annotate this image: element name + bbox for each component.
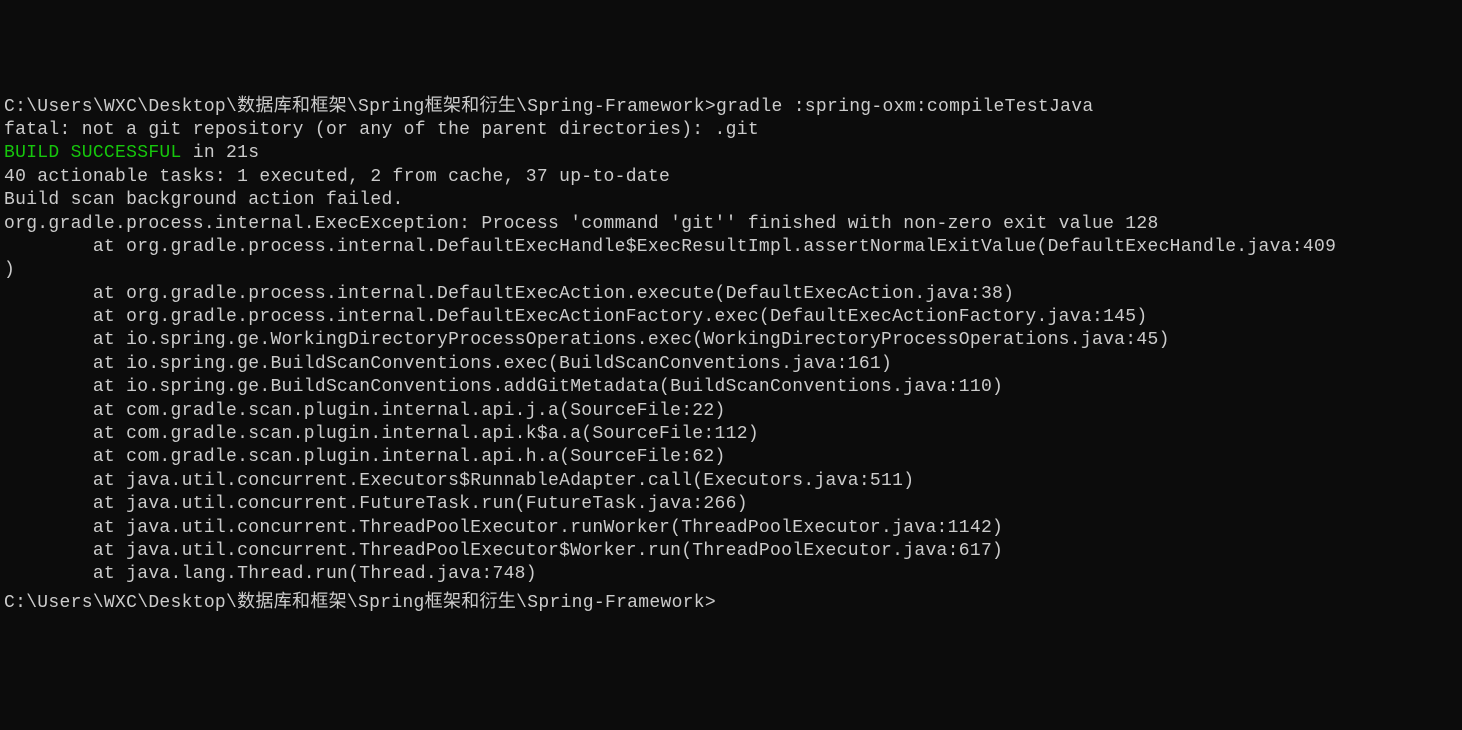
stack-trace-line: at com.gradle.scan.plugin.internal.api.h… xyxy=(4,446,1458,469)
command-text: gradle :spring-oxm:compileTestJava xyxy=(716,97,1093,117)
prompt-line: C:\Users\WXC\Desktop\数据库和框架\Spring框架和衍生\… xyxy=(4,587,1458,615)
stack-trace-line: at io.spring.ge.BuildScanConventions.exe… xyxy=(4,353,1458,376)
stack-trace-line: at java.lang.Thread.run(Thread.java:748) xyxy=(4,563,1458,586)
stack-trace-line: at org.gradle.process.internal.DefaultEx… xyxy=(4,236,1458,259)
scan-failed-line: Build scan background action failed. xyxy=(4,189,1458,212)
stack-trace-line: ) xyxy=(4,259,1458,282)
exception-line: org.gradle.process.internal.ExecExceptio… xyxy=(4,213,1458,236)
output-line: fatal: not a git repository (or any of t… xyxy=(4,119,1458,142)
build-time: in 21s xyxy=(182,143,260,163)
prompt-path: C:\Users\WXC\Desktop\数据库和框架\Spring框架和衍生\… xyxy=(4,593,716,613)
prompt-path: C:\Users\WXC\Desktop\数据库和框架\Spring框架和衍生\… xyxy=(4,97,716,117)
stack-trace-line: at java.util.concurrent.Executors$Runnab… xyxy=(4,470,1458,493)
stack-trace-line: at io.spring.ge.BuildScanConventions.add… xyxy=(4,376,1458,399)
tasks-summary: 40 actionable tasks: 1 executed, 2 from … xyxy=(4,166,1458,189)
stack-trace-line: at org.gradle.process.internal.DefaultEx… xyxy=(4,306,1458,329)
build-status-line: BUILD SUCCESSFUL in 21s xyxy=(4,142,1458,165)
stack-trace-line: at java.util.concurrent.FutureTask.run(F… xyxy=(4,493,1458,516)
command-line: C:\Users\WXC\Desktop\数据库和框架\Spring框架和衍生\… xyxy=(4,96,1458,119)
command-input-cursor[interactable] xyxy=(716,587,726,607)
build-success-label: BUILD SUCCESSFUL xyxy=(4,143,182,163)
stack-trace-line: at com.gradle.scan.plugin.internal.api.j… xyxy=(4,400,1458,423)
stack-trace-line: at io.spring.ge.WorkingDirectoryProcessO… xyxy=(4,329,1458,352)
stack-trace-line: at java.util.concurrent.ThreadPoolExecut… xyxy=(4,517,1458,540)
stack-trace-line: at com.gradle.scan.plugin.internal.api.k… xyxy=(4,423,1458,446)
terminal-output[interactable]: C:\Users\WXC\Desktop\数据库和框架\Spring框架和衍生\… xyxy=(4,96,1458,616)
stack-trace-line: at org.gradle.process.internal.DefaultEx… xyxy=(4,283,1458,306)
stack-trace-line: at java.util.concurrent.ThreadPoolExecut… xyxy=(4,540,1458,563)
